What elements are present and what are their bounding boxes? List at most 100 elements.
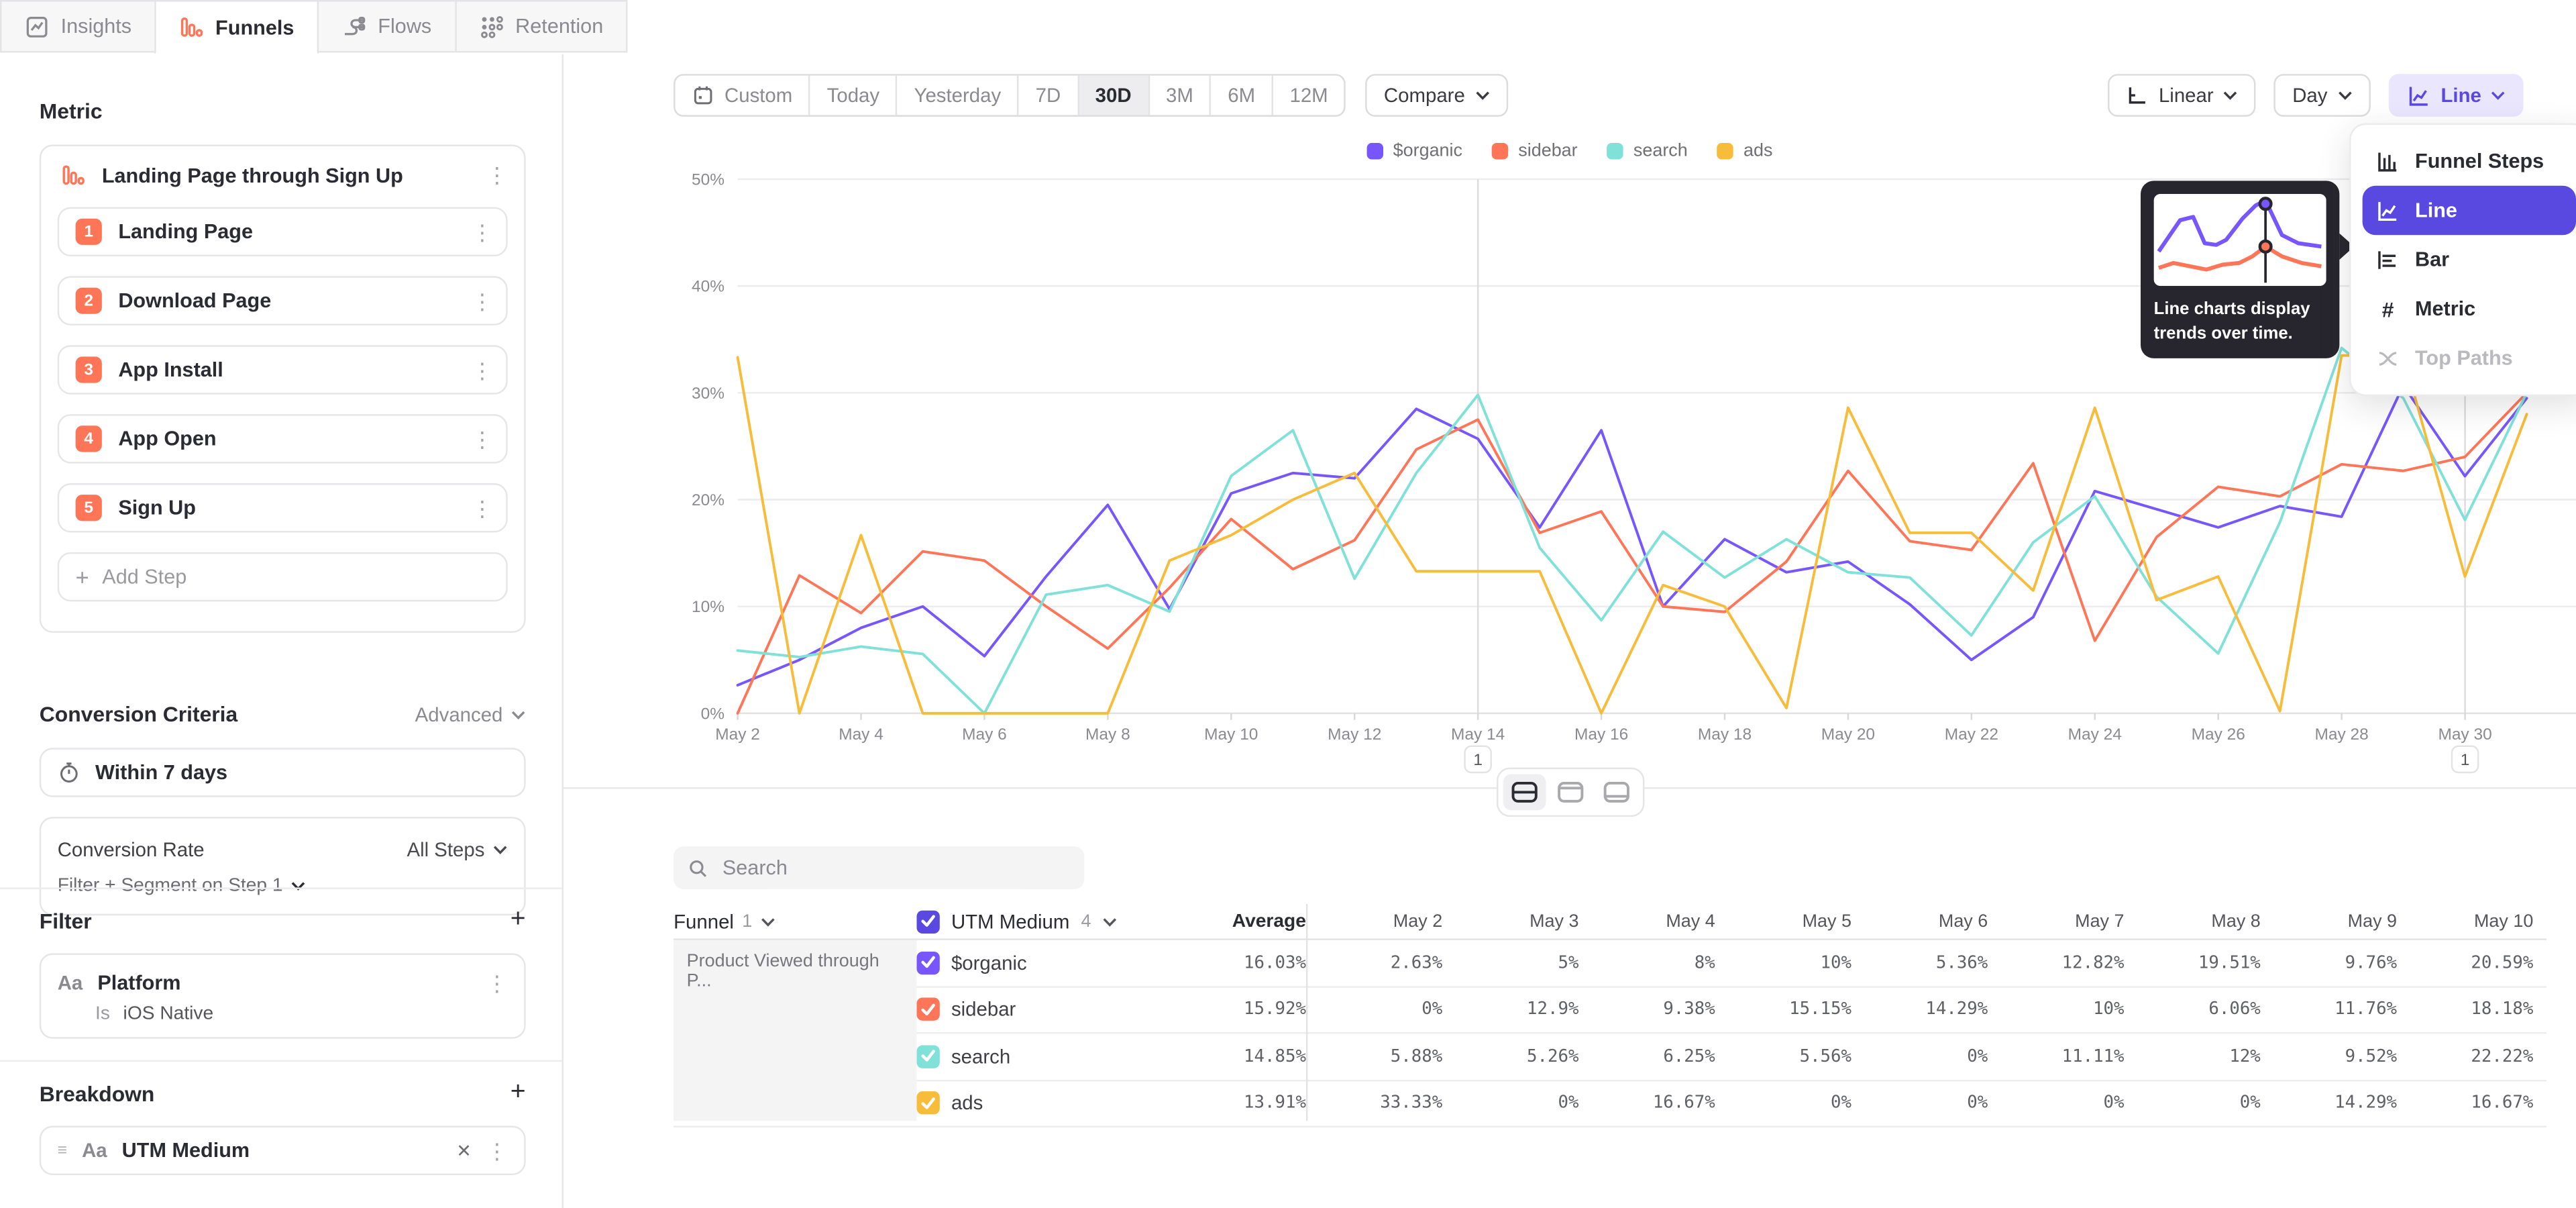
series-checkbox[interactable] bbox=[917, 1045, 940, 1068]
range-12m[interactable]: 12M bbox=[1272, 76, 1345, 115]
cell-value: 22.22% bbox=[2397, 1046, 2533, 1066]
interval-dropdown[interactable]: Day bbox=[2274, 74, 2370, 117]
average-value: 16.03% bbox=[1163, 953, 1306, 972]
layout-split-view-button[interactable] bbox=[1503, 774, 1546, 810]
breakdown-table: Funnel 1 UTM Medium 4 Average May 2May 3… bbox=[674, 904, 2546, 1127]
metric-kebab-icon[interactable]: ⋮ bbox=[486, 164, 508, 186]
funnel-metric-icon bbox=[61, 162, 86, 187]
range-custom[interactable]: Custom bbox=[676, 76, 809, 115]
filter-operator[interactable]: Is bbox=[95, 1004, 110, 1023]
series-checkbox[interactable] bbox=[917, 1092, 940, 1115]
series-line-ads[interactable] bbox=[738, 356, 2527, 713]
cell-value: 9.38% bbox=[1578, 1000, 1715, 1019]
x-axis-tick: May 12 bbox=[1328, 725, 1381, 744]
top-paths-icon bbox=[2375, 346, 2400, 371]
range-3m[interactable]: 3M bbox=[1148, 76, 1210, 115]
x-axis-tick: May 14 bbox=[1451, 725, 1505, 744]
average-value: 15.92% bbox=[1163, 1000, 1306, 1019]
funnel-name-cell[interactable]: Product Viewed through P... bbox=[674, 940, 916, 1121]
series-checkbox[interactable] bbox=[917, 951, 940, 974]
funnels-analysis-app: InsightsFunnelsFlowsRetention Metric Lan… bbox=[0, 0, 2576, 1208]
range-yesterday[interactable]: Yesterday bbox=[896, 76, 1018, 115]
breakdown-column-header[interactable]: UTM Medium 4 bbox=[917, 910, 1163, 933]
conversion-window-card[interactable]: Within 7 days bbox=[40, 748, 526, 797]
series-checkbox[interactable] bbox=[917, 998, 940, 1021]
series-name: $organic bbox=[951, 951, 1027, 974]
series-name: sidebar bbox=[951, 998, 1016, 1021]
cell-value: 9.52% bbox=[2261, 1046, 2397, 1066]
date-column-header: May 10 bbox=[2397, 911, 2533, 931]
select-all-checkbox[interactable] bbox=[917, 910, 940, 933]
funnel-step-app-install[interactable]: 3App Install⋮ bbox=[58, 345, 508, 394]
range-today[interactable]: Today bbox=[809, 76, 896, 115]
step-kebab-icon[interactable]: ⋮ bbox=[472, 497, 493, 519]
add-filter-button[interactable]: + bbox=[511, 905, 526, 935]
menu-item-metric[interactable]: #Metric bbox=[2363, 285, 2576, 334]
step-label: App Open bbox=[118, 427, 472, 450]
y-axis-tick: 50% bbox=[692, 171, 724, 189]
search-input[interactable] bbox=[719, 854, 1069, 880]
compare-button[interactable]: Compare bbox=[1366, 74, 1507, 117]
tab-retention[interactable]: Retention bbox=[455, 0, 628, 52]
y-axis-tick: 10% bbox=[692, 598, 724, 616]
series-name: ads bbox=[951, 1092, 983, 1115]
remove-breakdown-icon[interactable]: ✕ bbox=[456, 1140, 472, 1161]
range-30d[interactable]: 30D bbox=[1077, 76, 1148, 115]
step-kebab-icon[interactable]: ⋮ bbox=[472, 428, 493, 450]
date-column-header: May 4 bbox=[1578, 911, 1715, 931]
calendar-icon bbox=[692, 84, 714, 107]
funnel-step-sign-up[interactable]: 5Sign Up⋮ bbox=[58, 483, 508, 532]
layout-table-only-button[interactable] bbox=[1595, 774, 1638, 810]
add-step-button[interactable]: + Add Step bbox=[58, 552, 508, 601]
cell-value: 9.76% bbox=[2261, 953, 2397, 972]
filter-segment-dropdown[interactable]: Filter + Segment on Step 1 bbox=[58, 868, 508, 904]
scale-dropdown[interactable]: Linear bbox=[2108, 74, 2256, 117]
table-search[interactable] bbox=[674, 846, 1084, 889]
breakdown-card[interactable]: ≡ Aa UTM Medium ✕ ⋮ bbox=[40, 1126, 526, 1175]
x-axis-tick: May 10 bbox=[1204, 725, 1258, 744]
range-6m[interactable]: 6M bbox=[1210, 76, 1271, 115]
date-column-header: May 2 bbox=[1306, 911, 1442, 931]
add-breakdown-button[interactable]: + bbox=[511, 1078, 526, 1108]
drag-handle-icon[interactable]: ≡ bbox=[58, 1142, 67, 1160]
series-line-search[interactable] bbox=[738, 348, 2527, 713]
breakdown-kebab-icon[interactable]: ⋮ bbox=[486, 1140, 508, 1161]
conversion-rate-dropdown[interactable]: All Steps bbox=[407, 838, 507, 861]
cell-value: 33.33% bbox=[1306, 1093, 1442, 1113]
range-7d[interactable]: 7D bbox=[1018, 76, 1077, 115]
filter-card[interactable]: Aa Platform ⋮ Is iOS Native bbox=[40, 953, 526, 1038]
step-kebab-icon[interactable]: ⋮ bbox=[472, 290, 493, 311]
tab-insights[interactable]: Insights bbox=[0, 0, 156, 52]
chevron-down-icon bbox=[511, 709, 526, 719]
menu-item-funnel-steps[interactable]: Funnel Steps bbox=[2363, 136, 2576, 185]
x-axis-tick: May 2 bbox=[715, 725, 760, 744]
x-axis-tick: May 18 bbox=[1698, 725, 1752, 744]
filter-kebab-icon[interactable]: ⋮ bbox=[486, 972, 508, 994]
funnel-step-download-page[interactable]: 2Download Page⋮ bbox=[58, 276, 508, 325]
cell-value: 0% bbox=[1442, 1093, 1578, 1113]
conversion-rate-card: Conversion Rate All Steps Filter + Segme… bbox=[40, 817, 526, 915]
cell-value: 12.82% bbox=[1988, 953, 2124, 972]
menu-item-bar[interactable]: Bar bbox=[2363, 235, 2576, 284]
funnel-step-landing-page[interactable]: 1Landing Page⋮ bbox=[58, 207, 508, 256]
x-axis-tick: May 30 bbox=[2438, 725, 2491, 744]
step-kebab-icon[interactable]: ⋮ bbox=[472, 221, 493, 242]
menu-item-line[interactable]: Line bbox=[2363, 186, 2576, 235]
funnel-column-header[interactable]: Funnel 1 bbox=[674, 910, 916, 933]
y-axis-tick: 30% bbox=[692, 385, 724, 403]
funnel-step-app-open[interactable]: 4App Open⋮ bbox=[58, 414, 508, 463]
layout-chart-only-button[interactable] bbox=[1548, 774, 1591, 810]
filter-value[interactable]: iOS Native bbox=[123, 1004, 214, 1023]
series-line-organic[interactable] bbox=[738, 385, 2527, 685]
advanced-dropdown[interactable]: Advanced bbox=[415, 703, 526, 725]
step-number-badge: 1 bbox=[76, 219, 102, 245]
step-kebab-icon[interactable]: ⋮ bbox=[472, 359, 493, 381]
line-chart-preview bbox=[2154, 194, 2326, 286]
chart-type-dropdown[interactable]: Line bbox=[2388, 74, 2524, 117]
average-value: 14.85% bbox=[1163, 1046, 1306, 1066]
tab-flows[interactable]: Flows bbox=[317, 0, 456, 52]
y-axis-tick: 20% bbox=[692, 491, 724, 509]
step-number-badge: 3 bbox=[76, 356, 102, 383]
tab-funnels[interactable]: Funnels bbox=[154, 0, 319, 54]
cell-value: 18.18% bbox=[2397, 1000, 2533, 1019]
